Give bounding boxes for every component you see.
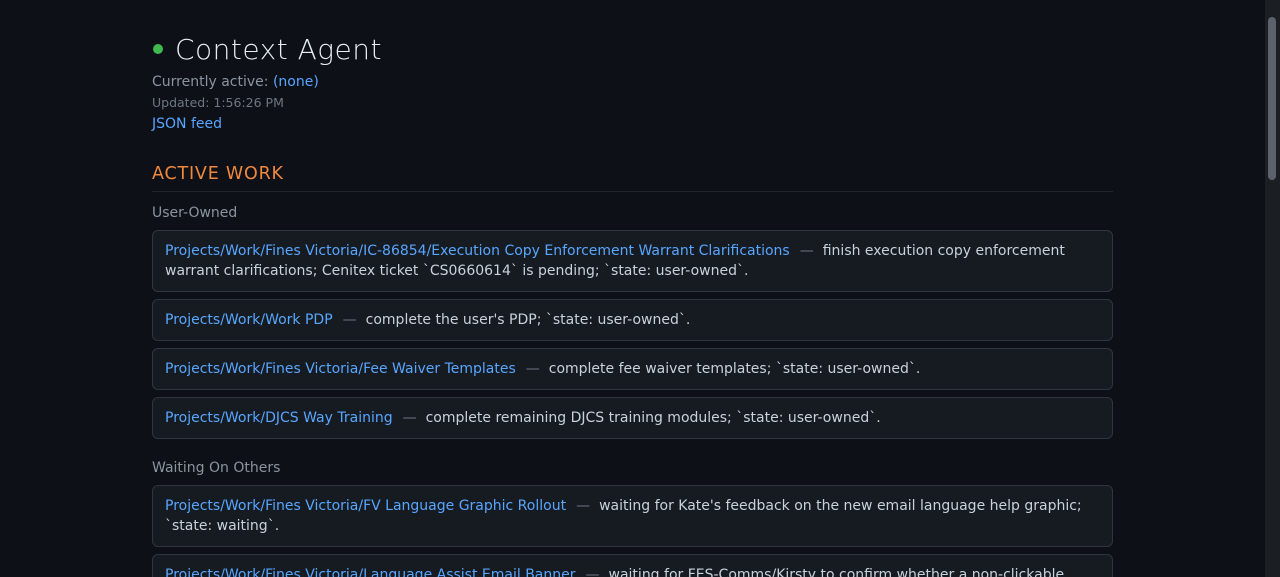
section-heading: ACTIVE WORK: [152, 163, 1113, 192]
title-row: Context Agent: [152, 26, 1113, 72]
work-item-card: Projects/Work/DJCS Way Training — complete…: [152, 397, 1113, 439]
separator: —: [585, 567, 600, 577]
work-item-description: complete the user's PDP; `state: user-ow…: [365, 312, 691, 328]
separator: —: [799, 243, 814, 259]
work-item-card: Projects/Work/Fines Victoria/Fee Waiver …: [152, 348, 1113, 390]
work-item-card: Projects/Work/Work PDP — complete the user…: [152, 299, 1113, 341]
updated-timestamp: Updated: 1:56:26 PM: [152, 95, 284, 110]
group-user-owned: User-Owned Projects/Work/Fines Victoria/…: [152, 205, 1113, 439]
separator: —: [525, 361, 540, 377]
work-item-description: complete remaining DJCS training modules…: [425, 410, 881, 426]
currently-active-label: Currently active:: [152, 74, 269, 90]
vertical-scrollbar[interactable]: [1265, 0, 1280, 577]
scrollbar-thumb[interactable]: [1268, 17, 1276, 180]
separator: —: [576, 498, 591, 514]
page-title: Context Agent: [175, 32, 382, 66]
work-item-path-link[interactable]: Projects/Work/DJCS Way Training: [165, 410, 393, 426]
separator: —: [342, 312, 357, 328]
currently-active: Currently active: (none): [152, 72, 1113, 92]
currently-active-value[interactable]: (none): [273, 74, 319, 90]
work-item-path-link[interactable]: Projects/Work/Fines Victoria/Fee Waiver …: [165, 361, 516, 377]
work-item-card: Projects/Work/Fines Victoria/IC-86854/Ex…: [152, 230, 1113, 292]
group-waiting-on-others: Waiting On Others Projects/Work/Fines Vi…: [152, 460, 1113, 577]
group-label: User-Owned: [152, 205, 238, 221]
work-item-description: waiting for FES-Comms/Kirsty to confirm …: [608, 567, 1065, 577]
work-item-description: complete fee waiver templates; `state: u…: [548, 361, 921, 377]
work-item-card: Projects/Work/Fines Victoria/FV Language…: [152, 485, 1113, 547]
main-content: Context Agent Currently active: (none) U…: [152, 26, 1113, 577]
page: Context Agent Currently active: (none) U…: [0, 0, 1280, 577]
separator: —: [402, 410, 417, 426]
work-item-card: Projects/Work/Fines Victoria/Language As…: [152, 554, 1113, 577]
work-item-path-link[interactable]: Projects/Work/Fines Victoria/IC-86854/Ex…: [165, 243, 790, 259]
work-item-path-link[interactable]: Projects/Work/Work PDP: [165, 312, 333, 328]
work-item-path-link[interactable]: Projects/Work/Fines Victoria/FV Language…: [165, 498, 566, 514]
json-feed-link[interactable]: JSON feed: [152, 114, 222, 134]
group-label: Waiting On Others: [152, 460, 281, 476]
work-item-path-link[interactable]: Projects/Work/Fines Victoria/Language As…: [165, 567, 576, 577]
status-dot-icon: [153, 44, 163, 54]
